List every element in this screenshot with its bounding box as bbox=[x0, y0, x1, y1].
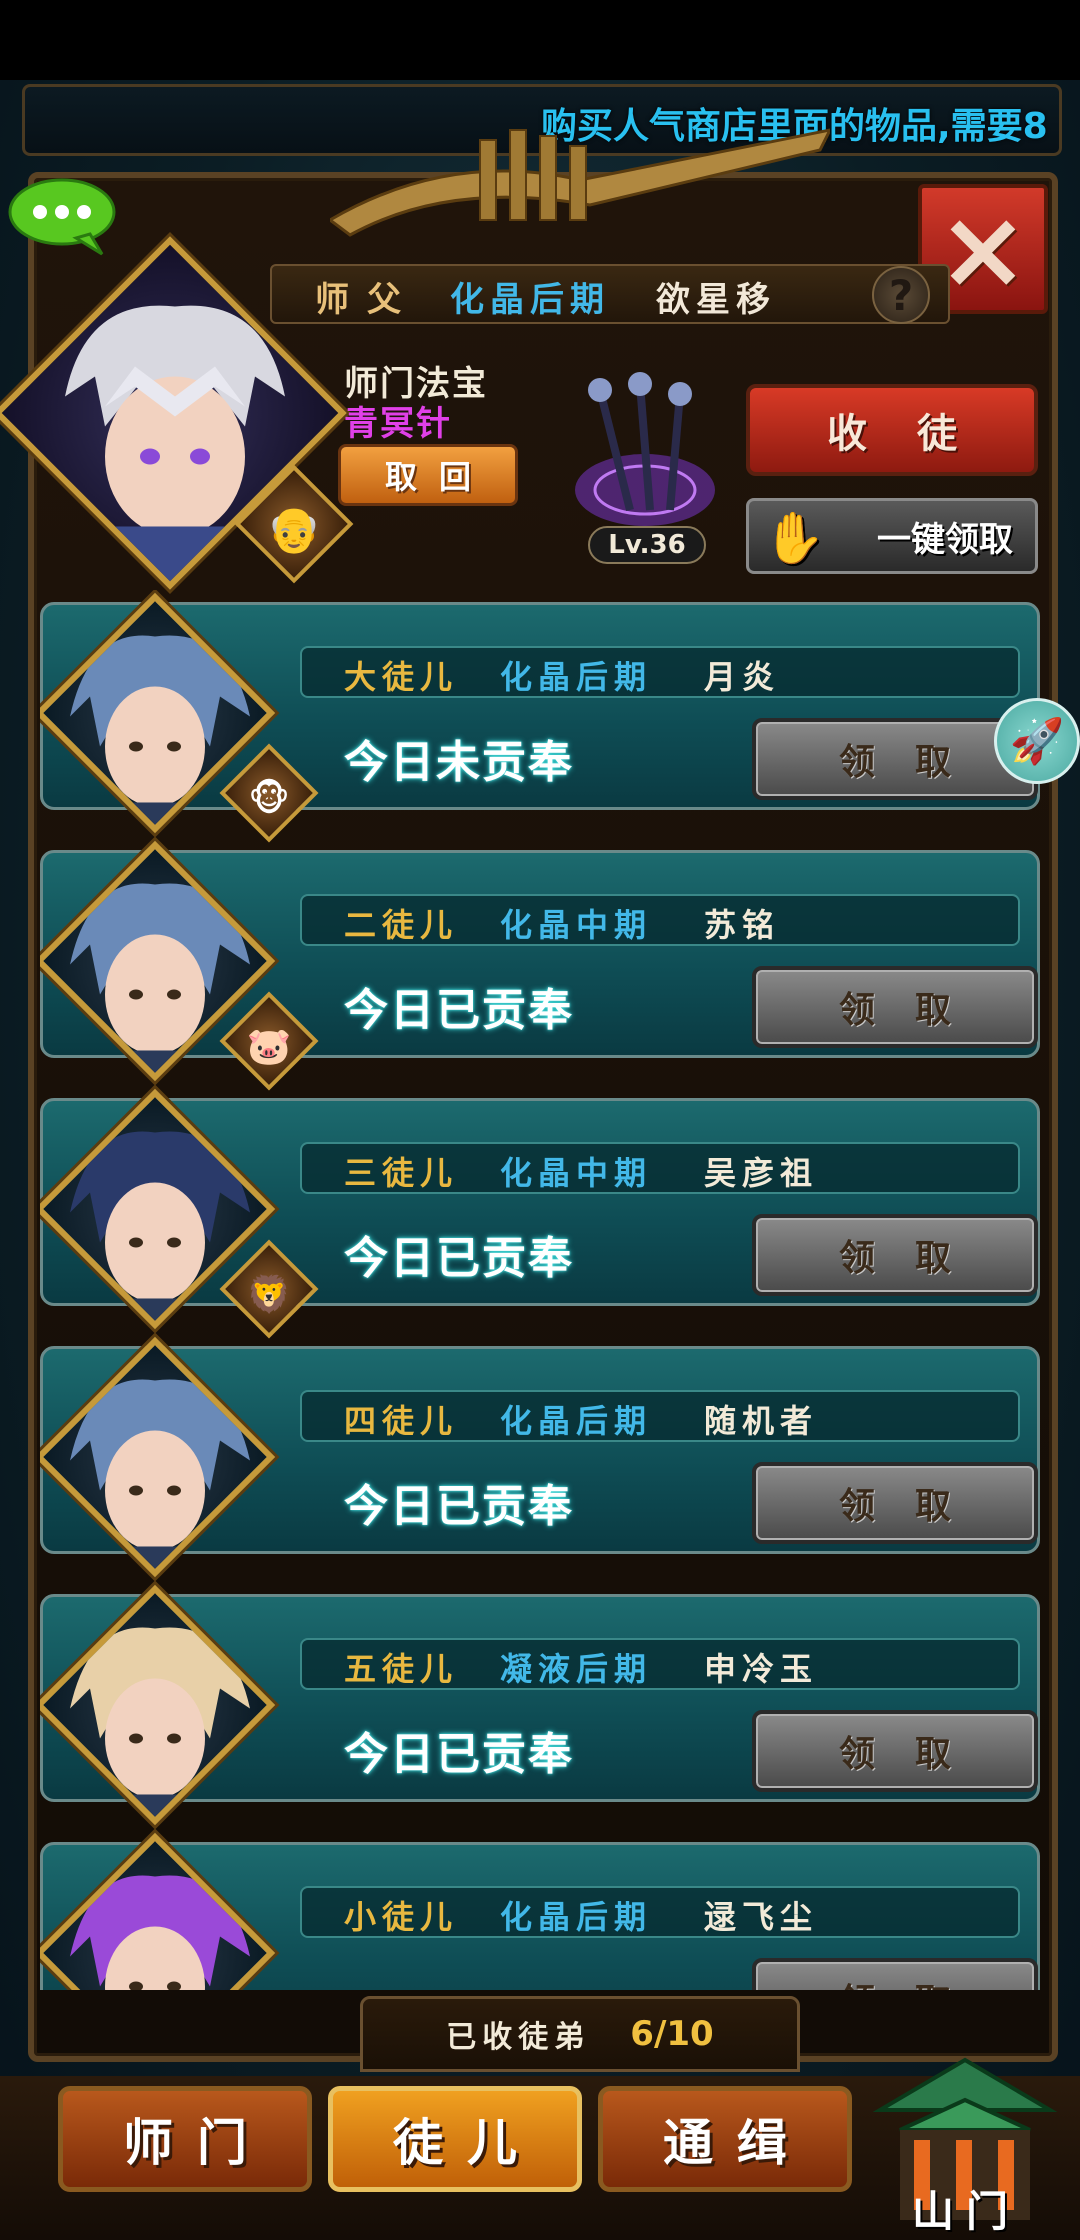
disciple-rank: 五徒儿 bbox=[344, 1650, 459, 1688]
disciple-row: 大徒儿 化晶后期 月炎 今日未贡奉 领取 🐵 bbox=[40, 590, 1040, 843]
needle-artifact-icon[interactable] bbox=[560, 370, 730, 540]
mountain-gate-label: 山门 bbox=[912, 2187, 1021, 2236]
chat-icon[interactable] bbox=[6, 176, 118, 256]
tribute-status: 今日已贡奉 bbox=[344, 985, 574, 1036]
disciple-rank: 小徒儿 bbox=[344, 1898, 459, 1936]
tab-wanted[interactable]: 通缉 bbox=[598, 2086, 852, 2192]
one-click-claim-button[interactable]: ✋ 一键领取 bbox=[746, 498, 1038, 574]
claim-button[interactable]: 领取 bbox=[752, 966, 1038, 1048]
disciple-rank: 四徒儿 bbox=[344, 1402, 459, 1440]
disciple-name: 吴彦祖 bbox=[704, 1154, 819, 1192]
status-bar bbox=[0, 0, 1080, 80]
disciple-name: 苏铭 bbox=[704, 906, 781, 944]
tribute-status: 今日未贡奉 bbox=[344, 737, 574, 788]
retrieve-button[interactable]: 取回 bbox=[338, 444, 518, 506]
disciple-row: 小徒儿 化晶后期 逯飞尘 领取 bbox=[40, 1830, 1040, 1990]
rocket-icon[interactable]: 🚀 bbox=[994, 698, 1080, 784]
recruited-count-bar: 已收徒弟 6/10 bbox=[360, 1996, 800, 2072]
disciple-rank: 二徒儿 bbox=[344, 906, 459, 944]
treasure-level-badge: Lv.36 bbox=[588, 526, 706, 564]
recruited-count: 6/10 bbox=[630, 2014, 714, 2054]
disciple-name: 随机者 bbox=[704, 1402, 819, 1440]
treasure-name: 青冥针 bbox=[344, 404, 452, 444]
recruited-label: 已收徒弟 bbox=[446, 2020, 591, 2055]
tab-master[interactable]: 师门 bbox=[58, 2086, 312, 2192]
claim-button[interactable]: 领取 bbox=[752, 1214, 1038, 1296]
disciple-stage: 化晶中期 bbox=[500, 1154, 653, 1192]
disciple-stage: 化晶后期 bbox=[500, 1898, 653, 1936]
tab-disciple[interactable]: 徒儿 bbox=[328, 2086, 582, 2192]
disciple-rank: 三徒儿 bbox=[344, 1154, 459, 1192]
disciple-name: 申冷玉 bbox=[704, 1650, 819, 1688]
disciple-stage: 化晶中期 bbox=[500, 906, 653, 944]
disciple-row: 五徒儿 凝液后期 申冷玉 今日已贡奉 领取 bbox=[40, 1582, 1040, 1826]
master-label: 师父 bbox=[315, 280, 419, 320]
one-click-claim-label: 一键领取 bbox=[877, 519, 1013, 560]
recruit-button[interactable]: 收徒 bbox=[746, 384, 1038, 476]
claim-button[interactable]: 领取 bbox=[752, 1710, 1038, 1792]
disciple-stage: 凝液后期 bbox=[500, 1650, 653, 1688]
tribute-status: 今日已贡奉 bbox=[344, 1481, 574, 1532]
tribute-status: 今日已贡奉 bbox=[344, 1729, 574, 1780]
claim-button[interactable]: 领取 bbox=[752, 1462, 1038, 1544]
disciple-stage: 化晶后期 bbox=[500, 658, 653, 696]
disciple-name: 逯飞尘 bbox=[704, 1898, 819, 1936]
disciple-list[interactable]: 大徒儿 化晶后期 月炎 今日未贡奉 领取 🐵 二徒儿 化晶中期 苏铭 今日已贡奉… bbox=[40, 590, 1040, 1990]
tribute-status: 今日已贡奉 bbox=[344, 1233, 574, 1284]
disciple-stage: 化晶后期 bbox=[500, 1402, 653, 1440]
disciple-rank: 大徒儿 bbox=[344, 658, 459, 696]
master-name: 欲星移 bbox=[656, 280, 776, 320]
help-button[interactable]: ? bbox=[872, 266, 930, 324]
disciple-row: 二徒儿 化晶中期 苏铭 今日已贡奉 领取 🐷 bbox=[40, 838, 1040, 1091]
master-stage: 化晶后期 bbox=[450, 280, 610, 320]
close-icon: × bbox=[936, 185, 1030, 313]
hand-icon: ✋ bbox=[763, 509, 826, 567]
disciple-row: 三徒儿 化晶中期 吴彦祖 今日已贡奉 领取 🦁 bbox=[40, 1086, 1040, 1339]
disciple-row: 四徒儿 化晶后期 随机者 今日已贡奉 领取 bbox=[40, 1334, 1040, 1578]
claim-button[interactable]: 领取 bbox=[752, 1958, 1038, 1990]
sword-ornament-icon bbox=[330, 128, 830, 237]
disciple-name: 月炎 bbox=[704, 658, 781, 696]
